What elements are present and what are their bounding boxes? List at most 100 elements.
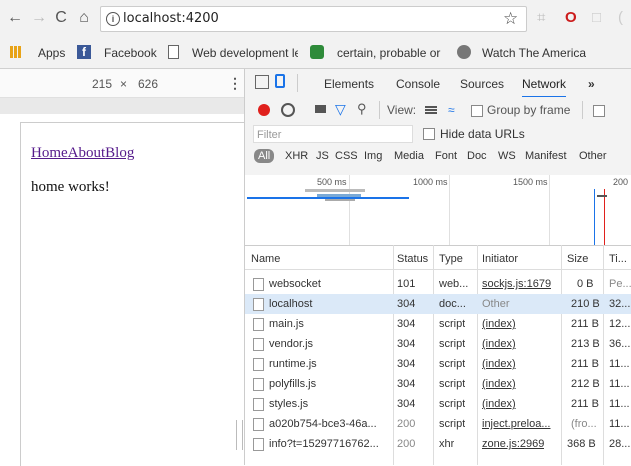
type-filter-media[interactable]: Media <box>394 150 424 162</box>
column-type[interactable]: Type <box>439 249 463 269</box>
table-row[interactable]: info?t=15297716762... 200 xhr zone.js:29… <box>245 434 631 454</box>
hide-data-urls-checkbox[interactable] <box>423 128 435 140</box>
row-status: 304 <box>397 358 416 370</box>
row-status: 200 <box>397 438 416 450</box>
load-line <box>604 189 605 245</box>
bookmark-facebook[interactable]: Facebook <box>104 46 157 60</box>
nav-link-blog[interactable]: Blog <box>105 145 134 161</box>
bookmark-apps[interactable]: Apps <box>38 46 65 60</box>
row-type: xhr <box>439 438 455 450</box>
reload-icon[interactable]: C <box>52 9 70 27</box>
filter-icon[interactable]: ▽ <box>335 101 346 118</box>
clear-icon[interactable] <box>281 103 295 117</box>
row-initiator-link[interactable]: (index) <box>482 354 516 374</box>
type-filter-all[interactable]: All <box>254 149 275 163</box>
type-filter-css[interactable]: CSS <box>335 150 358 162</box>
table-row[interactable]: vendor.js 304 script (index) 213 B 36... <box>245 334 631 354</box>
row-name: localhost <box>269 298 313 310</box>
row-size: 211 B <box>571 398 599 410</box>
device-toggle-icon[interactable] <box>275 74 285 88</box>
bookmark-watch-american[interactable]: Watch The American <box>482 46 586 60</box>
filter-input[interactable]: Filter <box>253 125 413 143</box>
column-time[interactable]: Ti... <box>609 249 627 269</box>
group-by-frame-checkbox[interactable] <box>471 105 483 117</box>
file-icon <box>253 298 264 311</box>
network-overview[interactable]: 500 ms 1000 ms 1500 ms 200 <box>245 175 631 246</box>
bookmark-web-development[interactable]: Web development le <box>192 46 298 60</box>
table-row-selected[interactable]: localhost 304 doc... Other 210 B 32... <box>245 294 631 314</box>
table-row[interactable]: main.js 304 script (index) 211 B 12... <box>245 314 631 334</box>
row-initiator-link[interactable]: (index) <box>482 314 516 334</box>
tab-network[interactable]: Network <box>522 77 567 98</box>
search-icon[interactable]: ⚲ <box>357 101 367 117</box>
row-size: 210 B <box>571 298 600 310</box>
list-view-icon[interactable] <box>425 105 437 114</box>
preserve-log-checkbox[interactable] <box>593 105 605 117</box>
resize-handle[interactable] <box>236 420 243 450</box>
type-filter-font[interactable]: Font <box>435 150 457 162</box>
table-row[interactable]: polyfills.js 304 script (index) 212 B 11… <box>245 374 631 394</box>
table-row[interactable]: websocket 101 web... sockjs.js:1679 0 B … <box>245 274 631 294</box>
row-status: 304 <box>397 398 416 410</box>
forward-icon[interactable]: → <box>30 9 48 27</box>
type-filter-ws[interactable]: WS <box>498 150 516 162</box>
address-bar[interactable]: i localhost:4200 ☆ <box>100 6 527 32</box>
tab-sources[interactable]: Sources <box>460 77 504 91</box>
type-filter-js[interactable]: JS <box>316 150 329 162</box>
more-options-icon[interactable]: ⋮ <box>228 75 242 92</box>
column-initiator[interactable]: Initiator <box>482 249 518 269</box>
row-name: polyfills.js <box>269 378 317 390</box>
column-size[interactable]: Size <box>567 249 588 269</box>
row-type: script <box>439 378 466 390</box>
type-filter-manifest[interactable]: Manifest <box>525 150 567 162</box>
record-icon[interactable] <box>258 104 270 116</box>
type-filter-doc[interactable]: Doc <box>467 150 487 162</box>
table-row[interactable]: runtime.js 304 script (index) 211 B 11..… <box>245 354 631 374</box>
more-tabs-icon[interactable]: » <box>588 77 595 91</box>
info-icon[interactable]: i <box>106 12 120 26</box>
home-icon[interactable]: ⌂ <box>75 9 93 27</box>
app-viewport: HomeAboutBlog home works! <box>20 122 245 466</box>
row-initiator-link[interactable]: sockjs.js:1679 <box>482 274 551 294</box>
menu-icon[interactable]: ( <box>618 10 623 26</box>
row-time: 11... <box>609 358 630 370</box>
extension-box-icon[interactable]: □ <box>592 10 601 26</box>
dimension-separator: × <box>120 77 128 91</box>
row-initiator-link[interactable]: inject.preloa... <box>482 414 559 434</box>
row-time: 11... <box>609 418 630 430</box>
bookmark-certain-probable[interactable]: certain, probable or <box>337 46 441 60</box>
tab-console[interactable]: Console <box>396 77 440 91</box>
column-name[interactable]: Name <box>251 249 280 269</box>
row-initiator-link[interactable]: (index) <box>482 374 516 394</box>
tab-elements[interactable]: Elements <box>324 77 374 91</box>
nav-link-about[interactable]: About <box>68 145 106 161</box>
extension-icon[interactable]: ⌗ <box>537 10 545 26</box>
row-name: info?t=15297716762... <box>269 438 379 450</box>
file-icon <box>253 378 264 391</box>
tick-2000: 200 <box>613 177 629 187</box>
opera-extension-icon[interactable]: O <box>565 10 577 26</box>
camera-icon[interactable] <box>315 105 326 113</box>
row-size: 0 B <box>577 278 594 290</box>
nav-link-home[interactable]: Home <box>31 145 68 161</box>
row-name: a020b754-bce3-46a... <box>269 418 377 430</box>
type-filter-other[interactable]: Other <box>579 150 607 162</box>
row-status: 200 <box>397 418 416 430</box>
row-initiator-link[interactable]: (index) <box>482 394 516 414</box>
type-filter-xhr[interactable]: XHR <box>285 150 308 162</box>
inspect-element-icon[interactable] <box>255 75 269 89</box>
back-icon[interactable]: ← <box>6 9 24 27</box>
table-row[interactable]: styles.js 304 script (index) 211 B 11... <box>245 394 631 414</box>
device-height[interactable]: 626 <box>138 77 158 91</box>
row-size: 211 B <box>571 358 599 370</box>
type-filter-img[interactable]: Img <box>364 150 382 162</box>
device-width[interactable]: 215 <box>92 77 112 91</box>
waterfall-view-icon[interactable]: ≈ <box>448 103 455 117</box>
bookmark-star-icon[interactable]: ☆ <box>503 9 518 29</box>
timeline-bar <box>597 195 607 197</box>
row-initiator-link[interactable]: (index) <box>482 334 516 354</box>
table-row[interactable]: a020b754-bce3-46a... 200 script inject.p… <box>245 414 631 434</box>
row-initiator-link[interactable]: zone.js:2969 <box>482 434 544 454</box>
grid-line <box>349 175 350 245</box>
column-status[interactable]: Status <box>397 249 428 269</box>
